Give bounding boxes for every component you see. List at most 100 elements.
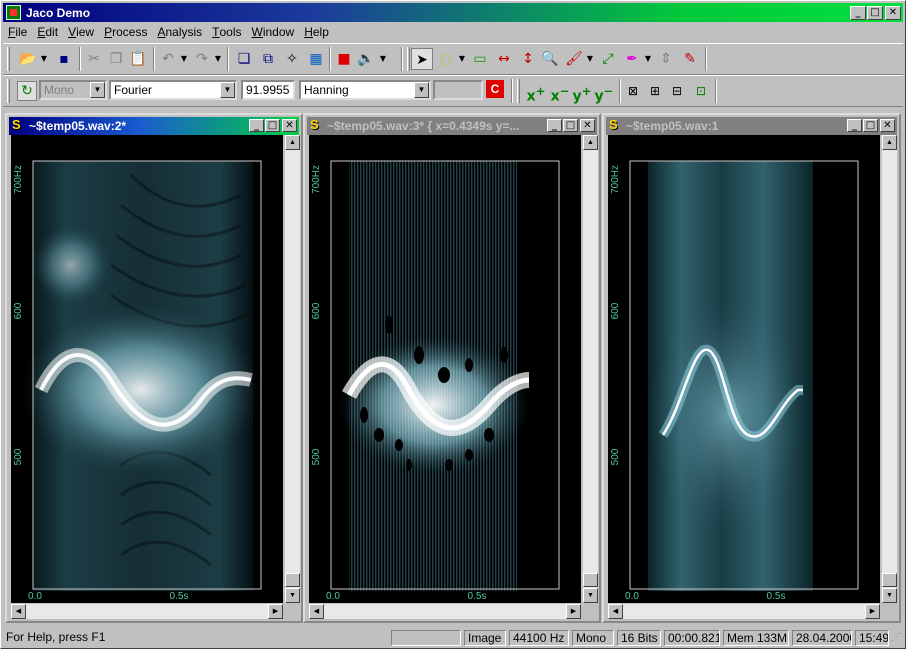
- menu-tools[interactable]: Tools: [207, 23, 246, 39]
- scroll-thumb[interactable]: [285, 573, 300, 587]
- magnifier-icon[interactable]: 🔍: [539, 48, 561, 70]
- zoom-all-icon[interactable]: ⊡: [691, 80, 711, 102]
- copy-icon[interactable]: ❐: [105, 48, 127, 70]
- window-1-vscroll[interactable]: ▲ ▼: [285, 135, 300, 603]
- tile-windows-icon[interactable]: ▦: [305, 48, 327, 70]
- channel-dropdown-icon[interactable]: ▼: [90, 82, 105, 98]
- window-function-dropdown-icon[interactable]: ▼: [414, 82, 429, 98]
- speaker-dropdown-icon[interactable]: ▼: [377, 48, 389, 70]
- magic-wand-icon[interactable]: ✧: [281, 48, 303, 70]
- window-1-titlebar[interactable]: S ~$temp05.wav:2* _ □ ✕: [9, 117, 299, 135]
- scroll-down-arrow-icon[interactable]: ▼: [285, 588, 300, 603]
- compute-badge[interactable]: C: [486, 80, 504, 98]
- resize-grip-icon[interactable]: ⋰: [891, 632, 903, 646]
- spectrogram-plot-3[interactable]: 700Hz 600 500 0.0 0.5s: [608, 135, 880, 603]
- open-icon[interactable]: 📂: [17, 48, 39, 70]
- lasso-dropdown-icon[interactable]: ▼: [457, 48, 467, 70]
- window-2-close-button[interactable]: ✕: [580, 119, 595, 132]
- scroll-up-arrow-icon[interactable]: ▲: [882, 135, 897, 150]
- transform-dropdown-icon[interactable]: ▼: [220, 82, 235, 98]
- spectrogram-window-1[interactable]: S ~$temp05.wav:2* _ □ ✕ 700Hz 600 500 0.…: [5, 113, 303, 623]
- spectrogram-plot-2[interactable]: 700Hz 600 500 0.0 0.5s: [309, 135, 581, 603]
- spectrogram-plot-1[interactable]: 700Hz 600 500 0.0 0.5s: [11, 135, 283, 603]
- window-1-hscroll[interactable]: ◀ ▶: [11, 604, 283, 619]
- redo-icon[interactable]: ↷: [191, 48, 213, 70]
- rect-select-icon[interactable]: ▭: [469, 48, 491, 70]
- scroll-up-arrow-icon[interactable]: ▲: [583, 135, 598, 150]
- parameter-field[interactable]: [433, 80, 483, 100]
- brush-dropdown-icon[interactable]: ▼: [585, 48, 595, 70]
- scroll-down-arrow-icon[interactable]: ▼: [583, 588, 598, 603]
- horizontal-range-icon[interactable]: ↔: [493, 48, 515, 70]
- dropdown-arrow-icon[interactable]: ▼: [39, 48, 49, 70]
- app-icon[interactable]: [6, 5, 21, 20]
- line-tool-icon[interactable]: ⤢: [597, 48, 619, 70]
- window-2-maximize-button[interactable]: □: [563, 119, 578, 132]
- scroll-right-arrow-icon[interactable]: ▶: [865, 604, 880, 619]
- window-2-minimize-button[interactable]: _: [547, 119, 562, 132]
- scroll-left-arrow-icon[interactable]: ◀: [11, 604, 26, 619]
- cascade-windows-icon[interactable]: ❏: [233, 48, 255, 70]
- pointer-icon[interactable]: ➤: [411, 48, 433, 70]
- y-zoom-out-icon[interactable]: y−: [593, 80, 615, 105]
- pencil-icon[interactable]: ✎: [679, 48, 701, 70]
- move-icon[interactable]: ⇕: [655, 48, 677, 70]
- brush-icon[interactable]: 🖌: [563, 48, 585, 70]
- undo-dropdown-icon[interactable]: ▼: [179, 48, 189, 70]
- lasso-icon[interactable]: ◌: [435, 48, 457, 70]
- window-3-hscroll[interactable]: ◀ ▶: [608, 604, 880, 619]
- menu-view[interactable]: View: [63, 23, 99, 39]
- cut-icon[interactable]: ✂: [83, 48, 105, 70]
- x-zoom-out-icon[interactable]: x−: [549, 80, 571, 105]
- window-1-minimize-button[interactable]: _: [249, 119, 264, 132]
- y-zoom-in-icon[interactable]: y+: [571, 80, 593, 105]
- save-icon[interactable]: ▪: [53, 48, 75, 70]
- channel-select[interactable]: Mono ▼: [39, 80, 107, 100]
- spectrogram-window-3[interactable]: S ~$temp05.wav:1 _ □ ✕ 700Hz 600 500 0.0…: [602, 113, 901, 623]
- app-titlebar[interactable]: Jaco Demo _ □ ✕: [3, 3, 903, 22]
- window-function-select[interactable]: Hanning ▼: [299, 80, 431, 100]
- spectrogram-window-2[interactable]: S ~$temp05.wav:3* { x=0.4349s y=... _ □ ✕: [303, 113, 601, 623]
- undo-icon[interactable]: ↶: [157, 48, 179, 70]
- menu-help[interactable]: Help: [299, 23, 334, 39]
- stop-icon[interactable]: ■: [333, 48, 355, 70]
- scroll-right-arrow-icon[interactable]: ▶: [268, 604, 283, 619]
- transform-select[interactable]: Fourier ▼: [109, 80, 237, 100]
- menu-file[interactable]: File: [3, 23, 32, 39]
- pen-icon[interactable]: ✒: [621, 48, 643, 70]
- scroll-left-arrow-icon[interactable]: ◀: [608, 604, 623, 619]
- redo-dropdown-icon[interactable]: ▼: [213, 48, 223, 70]
- window-3-minimize-button[interactable]: _: [847, 119, 862, 132]
- minimize-button[interactable]: _: [850, 6, 866, 20]
- scroll-up-arrow-icon[interactable]: ▲: [285, 135, 300, 150]
- pen-dropdown-icon[interactable]: ▼: [643, 48, 653, 70]
- paste-icon[interactable]: 📋: [127, 48, 149, 70]
- maximize-button[interactable]: □: [867, 6, 883, 20]
- window-3-close-button[interactable]: ✕: [880, 119, 895, 132]
- menu-window[interactable]: Window: [247, 23, 300, 39]
- window-3-maximize-button[interactable]: □: [863, 119, 878, 132]
- scroll-right-arrow-icon[interactable]: ▶: [566, 604, 581, 619]
- zoom-fit-y-icon[interactable]: ⊟: [667, 80, 687, 102]
- window-2-vscroll[interactable]: ▲ ▼: [583, 135, 598, 603]
- zoom-window-icon[interactable]: ⧉: [257, 48, 279, 70]
- menu-process[interactable]: Process: [99, 23, 152, 39]
- scroll-down-arrow-icon[interactable]: ▼: [882, 588, 897, 603]
- window-2-hscroll[interactable]: ◀ ▶: [309, 604, 581, 619]
- window-1-maximize-button[interactable]: □: [265, 119, 280, 132]
- refresh-icon[interactable]: ↻: [17, 81, 37, 101]
- menu-edit[interactable]: Edit: [32, 23, 63, 39]
- speaker-icon[interactable]: 🔈: [355, 48, 377, 70]
- zoom-reset-icon[interactable]: ⊠: [623, 80, 643, 102]
- window-1-close-button[interactable]: ✕: [282, 119, 297, 132]
- zoom-fit-x-icon[interactable]: ⊞: [645, 80, 665, 102]
- window-2-titlebar[interactable]: S ~$temp05.wav:3* { x=0.4349s y=... _ □ ✕: [307, 117, 597, 135]
- scroll-thumb[interactable]: [583, 573, 598, 587]
- vertical-range-icon[interactable]: ↕: [517, 48, 539, 70]
- menu-analysis[interactable]: Analysis: [152, 23, 207, 39]
- window-3-vscroll[interactable]: ▲ ▼: [882, 135, 897, 603]
- resolution-input[interactable]: 91.9955: [241, 80, 295, 100]
- x-zoom-in-icon[interactable]: x+: [525, 80, 547, 105]
- scroll-left-arrow-icon[interactable]: ◀: [309, 604, 324, 619]
- close-button[interactable]: ✕: [885, 6, 901, 20]
